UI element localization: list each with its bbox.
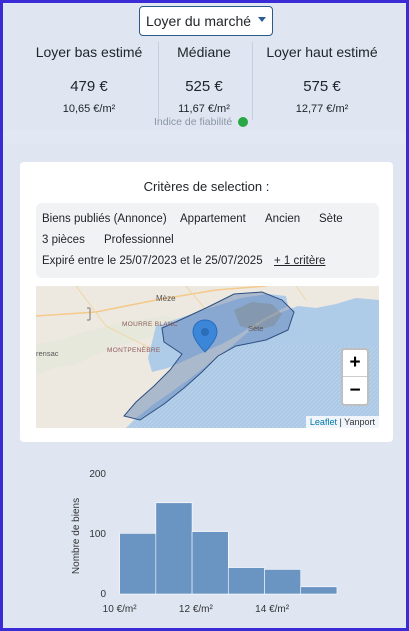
low-estimate: Loyer bas estimé 479 € 10,65 €/m² [24, 44, 154, 115]
zoom-in-button[interactable]: + [343, 350, 367, 377]
median-label: Médiane [177, 44, 231, 60]
high-estimate-label: Loyer haut estimé [266, 44, 378, 60]
x-tick-label: 12 €/m² [179, 604, 214, 615]
y-tick-label: 0 [100, 589, 106, 600]
map-label: rensac [36, 349, 59, 358]
x-tick-label: 14 €/m² [255, 604, 290, 615]
low-estimate-label: Loyer bas estimé [35, 44, 143, 60]
divider [252, 42, 253, 120]
rent-type-label: Loyer du marché [145, 13, 252, 29]
leaflet-link[interactable]: Leaflet [310, 417, 337, 427]
map[interactable]: Mèze MOURRE BLANC MONTPENÈBRE rensac Sèt… [36, 286, 379, 428]
high-estimate-per-sqm: 12,77 €/m² [295, 103, 349, 115]
y-tick-label: 100 [89, 529, 106, 540]
criteria-tag: Expiré entre le 25/07/2023 et le 25/07/2… [42, 255, 263, 267]
map-tiles: Mèze MOURRE BLANC MONTPENÈBRE rensac Sèt… [36, 286, 379, 428]
criteria-tags: Biens publiés (Annonce) Appartement Anci… [36, 203, 379, 278]
reliability-status-icon [238, 117, 249, 127]
rent-type-dropdown[interactable]: Loyer du marché [139, 6, 273, 36]
reliability-indicator[interactable]: Indice de fiabilité [154, 116, 249, 128]
histogram-bar [227, 567, 265, 595]
criteria-tag: Sète [319, 213, 343, 225]
median-estimate: Médiane 525 € 11,67 €/m² [156, 44, 252, 115]
median-per-sqm: 11,67 €/m² [178, 103, 230, 115]
reliability-label: Indice de fiabilité [154, 116, 233, 128]
map-label: Sète [248, 324, 263, 333]
more-criteria-link[interactable]: + 1 critère [274, 255, 325, 267]
histogram-bar [300, 586, 338, 595]
zoom-out-button[interactable]: − [343, 377, 367, 404]
high-estimate: Loyer haut estimé 575 € 12,77 €/m² [254, 44, 390, 115]
histogram-bar [191, 531, 229, 595]
attribution-provider: Yanport [344, 417, 375, 427]
histogram-bar [119, 533, 157, 595]
histogram-bar [264, 569, 302, 595]
map-label: MOURRE BLANC [122, 321, 178, 328]
criteria-tag: 3 pièces [42, 234, 85, 246]
low-estimate-value: 479 € [70, 78, 108, 95]
criteria-tag: Appartement [180, 213, 246, 225]
rent-estimate-card: Loyer du marché Loyer bas estimé 479 € 1… [4, 4, 405, 130]
chevron-down-icon [258, 17, 267, 22]
market-panel: Critères de selection : Biens publiés (A… [4, 144, 405, 628]
high-estimate-value: 575 € [303, 78, 341, 95]
price-histogram: 0 100 200 10 €/m² 12 €/m² 14 €/m² Nombre de … [71, 469, 338, 615]
criteria-tag: Professionnel [104, 234, 174, 246]
criteria-title: Critères de selection : [143, 179, 270, 194]
criteria-tag: Ancien [265, 213, 301, 225]
map-label: Mèze [156, 294, 176, 303]
zoom-control: + − [341, 348, 369, 406]
criteria-card: Critères de selection : Biens publiés (A… [20, 162, 393, 442]
x-tick-label: 10 €/m² [103, 604, 138, 615]
y-axis-label: Nombre de biens [71, 498, 82, 574]
map-label: MONTPENÈBRE [107, 345, 161, 354]
criteria-tag: Biens publiés (Annonce) [42, 213, 167, 225]
low-estimate-per-sqm: 10,65 €/m² [62, 103, 116, 115]
map-attribution: Leaflet | Yanport [305, 416, 379, 428]
median-value: 525 € [185, 78, 223, 95]
histogram-bar [155, 502, 193, 595]
y-tick-label: 200 [89, 469, 106, 480]
app-frame: Loyer du marché Loyer bas estimé 479 € 1… [0, 0, 409, 631]
